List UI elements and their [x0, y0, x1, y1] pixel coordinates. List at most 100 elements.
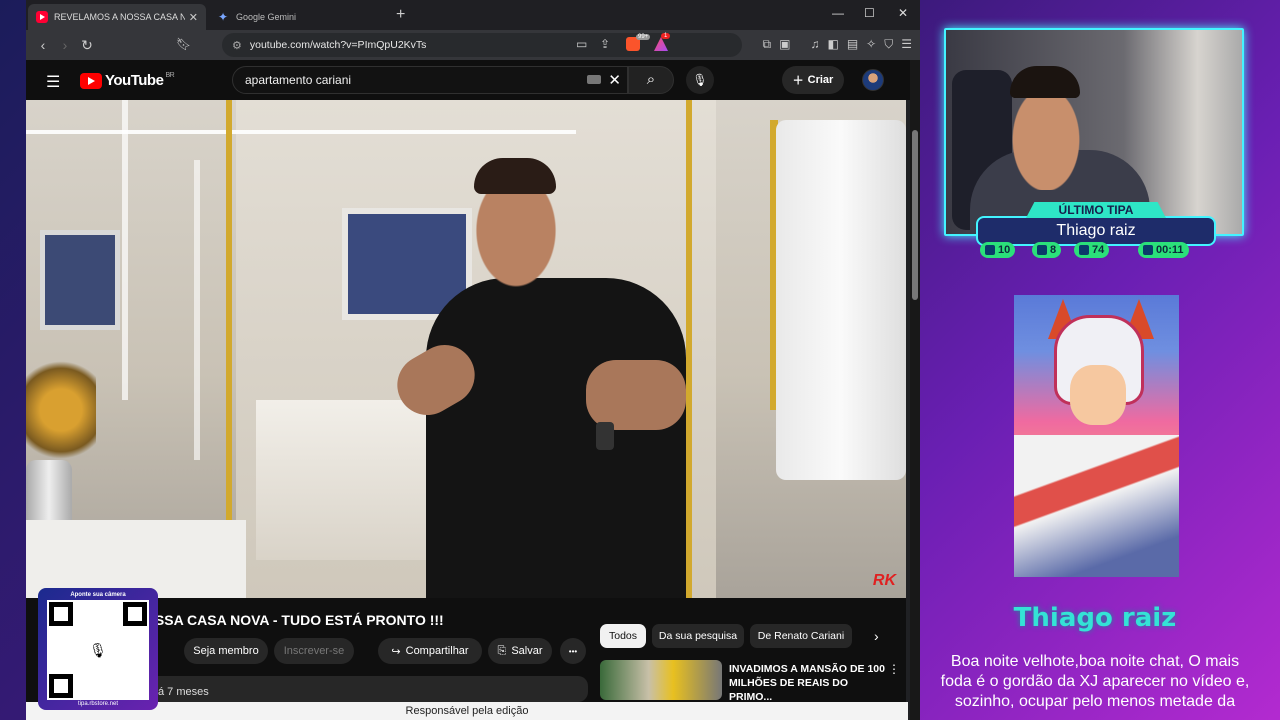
recommended-menu-icon[interactable]: ⋮	[888, 662, 900, 676]
video-player[interactable]: RK	[26, 100, 906, 598]
vpn-icon[interactable]: ⛉	[884, 37, 893, 52]
youtube-icon	[36, 11, 48, 23]
video-frame-flowers	[26, 350, 96, 470]
plus-icon: ＋	[792, 75, 804, 87]
timer-value: 00:11	[1156, 244, 1184, 256]
status-bar: Responsável pela edição	[26, 702, 908, 720]
tab-bar: REVELAMOS A NOSSA CASA NOVA - T ✕ ✦ Goog…	[26, 0, 920, 30]
join-label: Seja membro	[193, 645, 259, 657]
youtube-count: 8	[1050, 244, 1057, 256]
extensions-icon[interactable]: ⧉	[763, 37, 772, 52]
screenshot-icon[interactable]: ▣	[779, 37, 790, 52]
menu-icon[interactable]: ☰	[901, 37, 912, 52]
alert-message: Boa noite velhote,boa noite chat, O mais…	[940, 653, 1250, 710]
music-icon[interactable]: ♫	[810, 37, 819, 52]
back-icon[interactable]: ‹	[32, 37, 54, 53]
qr-bottom-text: tipa.rbstore.net	[77, 701, 119, 707]
qr-panel: Aponte sua câmera 🎙︎ tipa.rbstore.net	[38, 588, 158, 710]
wallet-icon[interactable]: ▤	[847, 37, 858, 52]
shields-count-badge: 99+	[636, 34, 651, 40]
forward-icon[interactable]: ›	[54, 37, 76, 53]
youtube-logo[interactable]: YouTube BR	[80, 72, 175, 89]
mic-icon: 🎙︎	[692, 73, 708, 87]
clock-icon	[1143, 245, 1153, 255]
tab-youtube[interactable]: REVELAMOS A NOSSA CASA NOVA - T ✕	[28, 4, 206, 30]
recommended-thumbnail[interactable]	[600, 660, 722, 700]
video-title: OSSA CASA NOVA - TUDO ESTÁ PRONTO !!!	[144, 612, 444, 628]
video-frame-counter	[26, 520, 246, 598]
gemini-icon: ✦	[218, 10, 229, 24]
alert-donor-name: Thiago raiz	[1013, 603, 1177, 633]
page-scrollbar[interactable]	[910, 60, 920, 720]
chevron-right-icon[interactable]: ›	[874, 628, 879, 644]
video-frame-shelf	[256, 400, 436, 560]
youtube-header: ☰ YouTube BR apartamento cariani ✕ ⌕ 🎙︎ …	[26, 60, 920, 100]
cast-icon[interactable]: ▭	[576, 37, 587, 51]
reload-icon[interactable]: ↻	[76, 37, 98, 54]
share-button[interactable]: ↪ Compartilhar	[378, 638, 482, 664]
close-window-button[interactable]: ✕	[898, 6, 908, 20]
maximize-button[interactable]: ☐	[864, 6, 875, 20]
account-avatar[interactable]	[862, 69, 884, 91]
create-label: Criar	[807, 74, 834, 86]
subscribe-label: Inscrever-se	[283, 645, 345, 657]
minimize-button[interactable]: —	[832, 6, 844, 20]
tab-gemini[interactable]: ✦ Google Gemini	[210, 4, 390, 30]
search-input[interactable]: apartamento cariani ✕	[232, 66, 628, 94]
search-value: apartamento cariani	[245, 73, 352, 87]
subscribe-button[interactable]: Inscrever-se	[274, 638, 354, 664]
recommended-title[interactable]: INVADIMOS A MANSÃO DE 100 MILHÕES DE REA…	[729, 662, 885, 704]
youtube-icon	[1037, 245, 1047, 255]
site-info-icon[interactable]: ⚙︎	[232, 39, 242, 52]
more-actions-button[interactable]: •••	[560, 638, 586, 664]
leo-icon[interactable]: ✧	[866, 37, 876, 52]
upload-age: á 7 meses	[158, 686, 209, 698]
url-text: youtube.com/watch?v=PImQpU2KvTs	[249, 39, 427, 51]
search-button[interactable]: ⌕	[628, 66, 674, 94]
qr-top-text: Aponte sua câmera	[70, 592, 126, 598]
rewards-badge: 1	[661, 33, 671, 39]
save-label: Salvar	[511, 645, 543, 657]
alert-image-face	[1070, 365, 1126, 425]
tab-close-icon[interactable]: ✕	[189, 11, 198, 24]
qr-corner	[49, 674, 73, 698]
bookmark-icon[interactable]: 🔖︎	[176, 37, 191, 51]
alert-image-armor	[1014, 435, 1179, 577]
video-frame-towel	[776, 120, 906, 480]
video-info: OSSA CASA NOVA - TUDO ESTÁ PRONTO !!! Se…	[26, 598, 906, 704]
tipa-icon	[1079, 245, 1089, 255]
qr-code: 🎙︎	[47, 600, 149, 700]
voice-search-button[interactable]: 🎙︎	[686, 66, 714, 94]
bookmark-icon: ⎘	[497, 644, 507, 657]
chip-from-channel[interactable]: De Renato Cariani	[750, 624, 852, 648]
create-button[interactable]: ＋ Criar	[782, 66, 844, 94]
share-icon[interactable]: ⇪	[600, 37, 610, 51]
tipa-stat: 74	[1074, 242, 1110, 258]
join-button[interactable]: Seja membro	[184, 638, 268, 664]
chip-from-search[interactable]: Da sua pesquisa	[652, 624, 744, 648]
tab-title: REVELAMOS A NOSSA CASA NOVA - T	[54, 12, 185, 22]
new-tab-button[interactable]: +	[396, 6, 405, 24]
tipa-count: 74	[1092, 244, 1105, 256]
video-frame-arm	[586, 360, 686, 430]
alert-image	[1014, 295, 1179, 577]
video-frame-window	[40, 230, 120, 330]
clear-search-icon[interactable]: ✕	[608, 71, 621, 89]
hamburger-icon[interactable]: ☰	[46, 72, 60, 92]
video-frame-hair	[474, 158, 556, 194]
share-label: Compartilhar	[405, 645, 469, 657]
keyboard-icon[interactable]	[587, 75, 601, 84]
tab-title: Google Gemini	[236, 12, 297, 22]
browser-window: REVELAMOS A NOSSA CASA NOVA - T ✕ ✦ Goog…	[26, 0, 920, 720]
video-frame-person	[426, 278, 686, 598]
scrollbar-thumb[interactable]	[912, 130, 918, 300]
browser-toolbar: ‹ › ↻ 🔖︎ ⚙︎ youtube.com/watch?v=PImQpU2K…	[26, 30, 920, 60]
save-button[interactable]: ⎘ Salvar	[488, 638, 552, 664]
timer-stat: 00:11	[1138, 242, 1189, 258]
chip-all[interactable]: Todos	[600, 624, 646, 648]
channel-watermark: RK	[872, 572, 896, 589]
twitch-stat: 10	[980, 242, 1016, 258]
sidebar-icon[interactable]: ◧	[827, 37, 838, 52]
microphone-icon: 🎙︎	[85, 636, 111, 664]
country-code: BR	[165, 72, 175, 79]
